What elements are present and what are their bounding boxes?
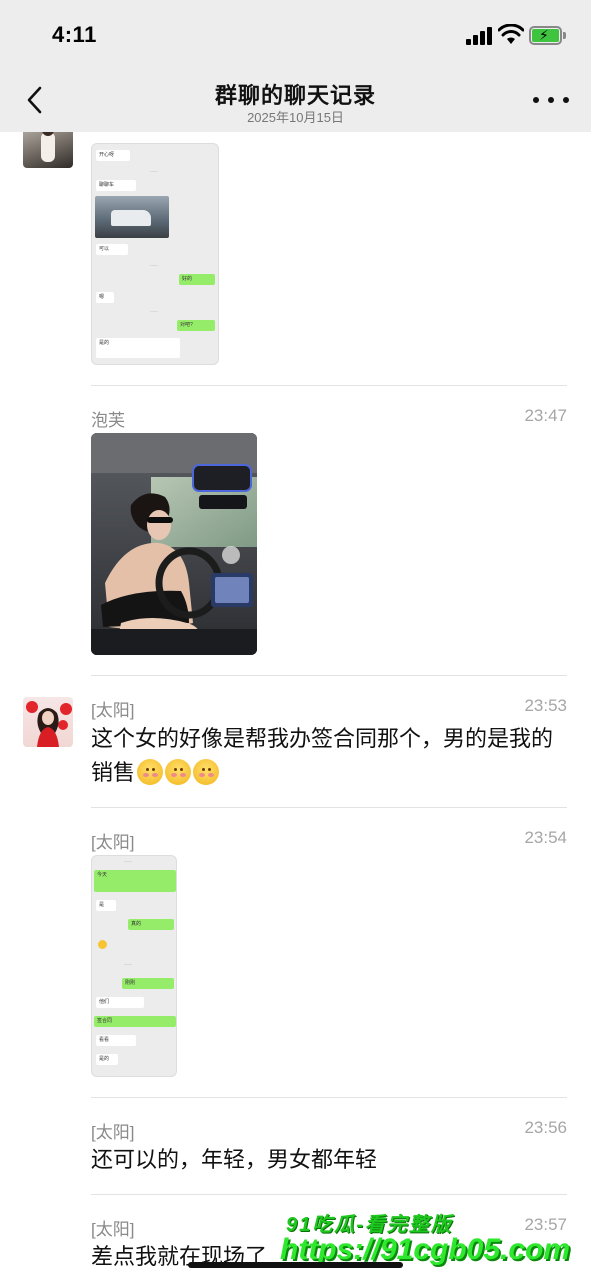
more-dot-icon [548, 97, 554, 103]
chat-history-list[interactable]: 开心呀 —— 聊聊车 可以 —— 好的 嗯 —— 对吧? 是的 泡芙 23:47 [0, 0, 591, 1280]
message-divider [91, 675, 567, 676]
message-text[interactable]: 这个女的好像是帮我办签合同那个，男的是我的销售 [91, 722, 566, 790]
battery-icon: ⚡ [529, 26, 567, 45]
sender-name: 泡芙 [91, 411, 125, 430]
avatar-taiyang[interactable] [23, 697, 73, 747]
blush-emoji-icon [137, 759, 164, 785]
more-dot-icon [563, 97, 569, 103]
wifi-icon [497, 23, 525, 46]
home-indicator[interactable] [188, 1262, 403, 1268]
more-button[interactable] [533, 88, 569, 112]
top-bar: 4:11 ⚡ 群聊的聊天记录 2025年10月15日 [0, 0, 591, 132]
chat-screenshot-image-1[interactable]: 开心呀 —— 聊聊车 可以 —— 好的 嗯 —— 对吧? 是的 [91, 143, 219, 365]
message-divider [91, 807, 567, 808]
car-selfie-image[interactable] [91, 433, 257, 655]
message-divider [91, 385, 567, 386]
page-title: 群聊的聊天记录 [214, 83, 376, 108]
nav-bar: 群聊的聊天记录 2025年10月15日 [0, 70, 591, 132]
chat-screenshot-image-2[interactable]: —— 今天 是 真的 —— 刚刚 他们 签合同 看看 是的 [91, 855, 177, 1077]
sender-name: [太阳] [91, 1123, 135, 1142]
signal-icon [466, 27, 494, 45]
message-time: 23:54 [524, 828, 567, 847]
sender-name: [太阳] [91, 833, 135, 852]
message-divider [91, 1097, 567, 1098]
message-text[interactable]: 还可以的，年轻，男女都年轻 [91, 1143, 566, 1177]
message-time: 23:53 [524, 696, 567, 715]
sender-name: [太阳] [91, 701, 135, 720]
status-bar: 4:11 ⚡ [0, 0, 591, 70]
message-time: 23:57 [524, 1215, 567, 1234]
status-time: 4:11 [52, 22, 97, 47]
blush-emoji-icon [165, 759, 192, 785]
message-divider [91, 1194, 567, 1195]
page-subtitle: 2025年10月15日 [247, 110, 344, 125]
sender-name: [太阳] [91, 1220, 135, 1239]
more-dot-icon [533, 97, 539, 103]
blush-emoji-icon [193, 759, 220, 785]
charging-bolt-icon: ⚡ [539, 27, 549, 43]
message-time: 23:47 [524, 406, 567, 425]
message-time: 23:56 [524, 1118, 567, 1137]
